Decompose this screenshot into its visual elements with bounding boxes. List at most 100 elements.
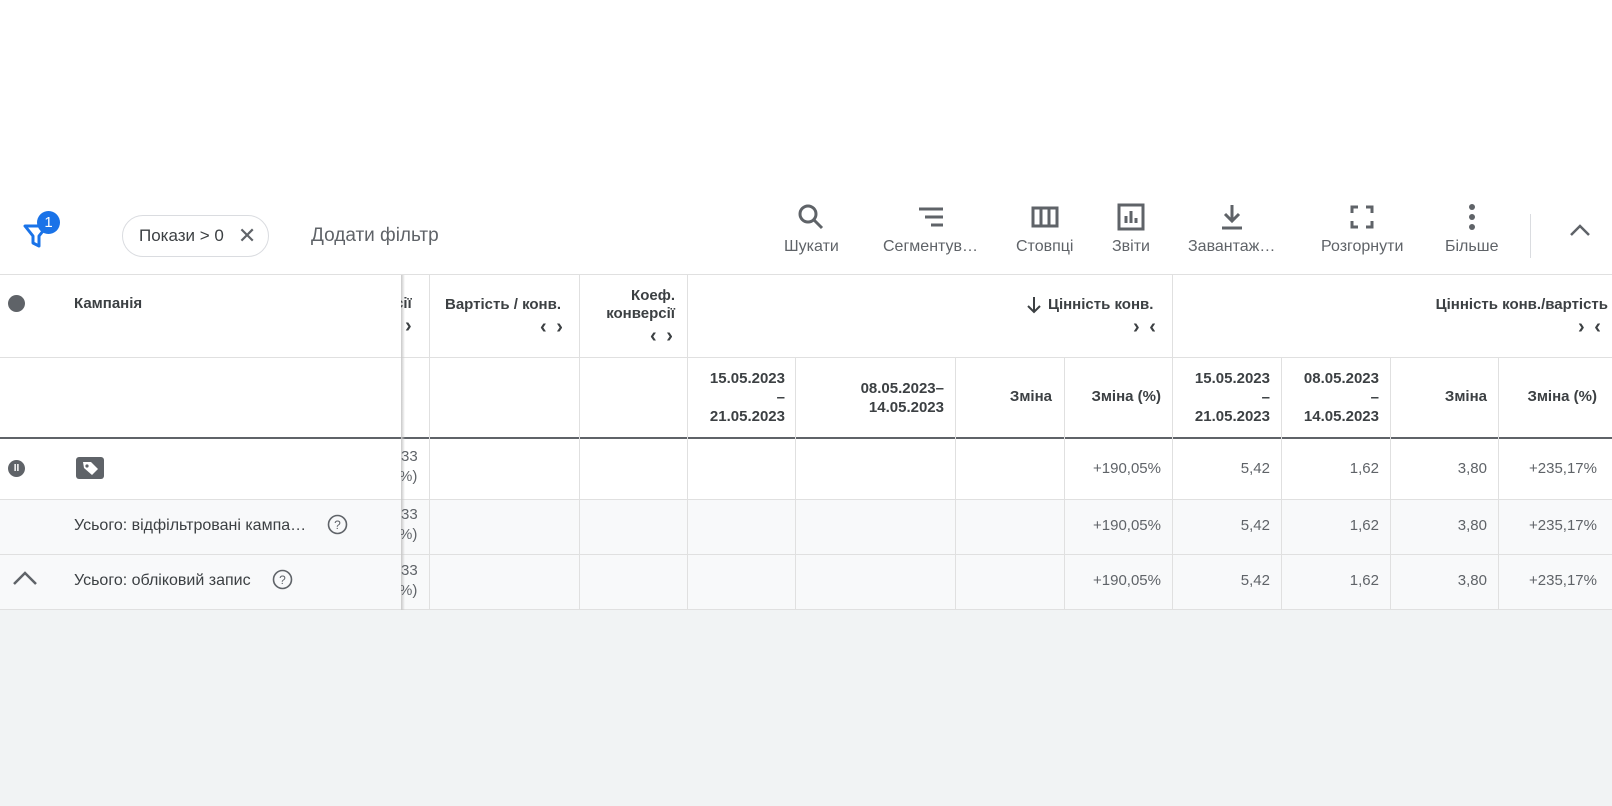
subheader-period1-dash: – (776, 389, 785, 406)
table-toolbar: Покази > 0 ✕ Додати фільтр Шукати Сегмен… (0, 200, 1612, 274)
col-divider (1172, 274, 1173, 610)
clipped-cell: 33 %) (401, 448, 429, 488)
close-icon[interactable]: ✕ (238, 225, 256, 247)
reports-button[interactable]: Звіти (1112, 202, 1150, 256)
col-divider (1064, 357, 1065, 610)
subheader-period3-start: 15.05.2023 (1194, 370, 1270, 387)
subheader-period1-end: 21.05.2023 (709, 408, 785, 425)
subheader-period1[interactable]: 15.05.2023 – 21.05.2023 (690, 369, 785, 426)
subheader-change-pct[interactable]: Зміна (%) (1068, 388, 1161, 405)
col-divider (579, 274, 580, 610)
conv-value-change-pct: +190,05% (1093, 572, 1161, 589)
help-icon[interactable]: ? (272, 569, 293, 590)
segment-label: Сегментув… (883, 238, 979, 255)
divider (0, 274, 1612, 275)
clipped-value: 33 (401, 506, 418, 523)
subheader-period1-start: 15.05.2023 (709, 370, 785, 387)
segment-button[interactable]: Сегментув… (883, 202, 978, 256)
search-button[interactable]: Шукати (784, 202, 839, 256)
cvc-period1: 5,42 (1240, 517, 1270, 534)
table-footer-area (0, 610, 1612, 806)
subheader-change-pct2[interactable]: Зміна (%) (1500, 388, 1597, 405)
chevron-right-icon[interactable]: › (405, 315, 412, 338)
col-divider (955, 357, 956, 610)
subheader-period4-start: 08.05.2023 (1303, 370, 1379, 387)
account-total-label: Усього: обліковий запис (74, 572, 251, 589)
col-divider (687, 274, 688, 610)
reports-label: Звіти (1112, 238, 1150, 255)
cvc-period2: 1,62 (1349, 572, 1379, 589)
columns-icon (1031, 206, 1059, 228)
expand-column-icon[interactable]: ‹ › (650, 325, 675, 348)
header-cost-per-conv[interactable]: Вартість / конв. (445, 296, 561, 313)
sort-down-icon (1027, 297, 1041, 314)
clipped-cell: 33 %) (401, 506, 429, 546)
download-label: Завантаж… (1188, 238, 1276, 255)
cvc-change: 3,80 (1457, 572, 1487, 589)
header-conv-value-cost[interactable]: Цінність конв./вартість (1380, 296, 1608, 313)
filter-count-badge: 1 (37, 211, 60, 234)
chevron-up-icon[interactable] (1568, 218, 1592, 242)
more-button[interactable]: Більше (1445, 202, 1498, 256)
divider (0, 437, 1612, 439)
svg-text:?: ? (279, 573, 286, 587)
subheader-period4[interactable]: 08.05.2023 – 14.05.2023 (1284, 369, 1379, 426)
subheader-period2[interactable]: 08.05.2023– 14.05.2023 (800, 379, 944, 417)
subheader-period4-end: 14.05.2023 (1303, 408, 1379, 425)
more-label: Більше (1445, 238, 1499, 255)
subheader-period3[interactable]: 15.05.2023 – 21.05.2023 (1175, 369, 1270, 426)
subheader-change2[interactable]: Зміна (1394, 388, 1487, 405)
svg-text:?: ? (334, 518, 341, 532)
cvc-change-pct: +235,17% (1529, 517, 1597, 534)
col-divider (429, 274, 430, 610)
fullscreen-button[interactable]: Розгорнути (1321, 202, 1403, 256)
status-all-icon[interactable] (8, 295, 25, 312)
columns-button[interactable]: Стовпці (1016, 202, 1073, 256)
chevron-up-icon[interactable] (12, 570, 38, 586)
subheader-period3-dash: – (1261, 389, 1270, 406)
page: Покази > 0 ✕ Додати фільтр Шукати Сегмен… (0, 0, 1612, 806)
clipped-value: %) (401, 526, 418, 543)
col-divider (1390, 357, 1391, 610)
fullscreen-label: Розгорнути (1321, 238, 1404, 255)
subheader-period4-dash: – (1370, 389, 1379, 406)
download-icon (1221, 205, 1242, 230)
search-label: Шукати (784, 238, 839, 255)
filter-chip-label: Покази > 0 (139, 226, 224, 245)
more-vert-icon (1468, 204, 1475, 230)
add-filter-button[interactable]: Додати фільтр (311, 225, 439, 247)
header-conv-rate-line2[interactable]: конверсії (585, 305, 675, 322)
header-campaign[interactable]: Кампанія (74, 295, 142, 312)
subheader-period2-end: 14.05.2023 (868, 399, 944, 416)
cvc-period2: 1,62 (1349, 460, 1379, 477)
fullscreen-icon (1350, 205, 1374, 229)
download-button[interactable]: Завантаж… (1188, 202, 1275, 256)
header-conv-rate-line1[interactable]: Коеф. (585, 287, 675, 304)
divider (0, 609, 1612, 610)
divider (0, 554, 1612, 555)
segment-icon (918, 207, 943, 227)
col-divider (1498, 357, 1499, 610)
clipped-value: %) (401, 468, 418, 485)
filter-chip-impressions[interactable]: Покази > 0 ✕ (122, 215, 270, 257)
conv-value-change-pct: +190,05% (1093, 517, 1161, 534)
collapse-column-icon[interactable]: › ‹ (1578, 316, 1603, 339)
subheader-change[interactable]: Зміна (960, 388, 1052, 405)
help-icon[interactable]: ? (327, 514, 348, 535)
clipped-cell: 33 %) (401, 562, 429, 602)
divider (0, 499, 1612, 500)
collapse-column-icon[interactable]: › ‹ (1133, 316, 1158, 339)
expand-column-icon[interactable]: ‹ › (540, 316, 565, 339)
clipped-value: 33 (401, 562, 418, 579)
pause-status-icon[interactable]: II (8, 460, 25, 477)
clipped-column-header: сії › (401, 295, 429, 343)
clipped-value: 33 (401, 448, 418, 465)
clipped-header-text: сії (401, 295, 412, 312)
filtered-total-label: Усього: відфільтровані кампа… (74, 517, 307, 534)
divider (0, 357, 1612, 358)
tag-icon (76, 457, 104, 479)
subheader-period3-end: 21.05.2023 (1194, 408, 1270, 425)
cvc-period1: 5,42 (1240, 460, 1270, 477)
cvc-change: 3,80 (1457, 460, 1487, 477)
header-conv-value[interactable]: Цінність конв. (1048, 296, 1153, 313)
